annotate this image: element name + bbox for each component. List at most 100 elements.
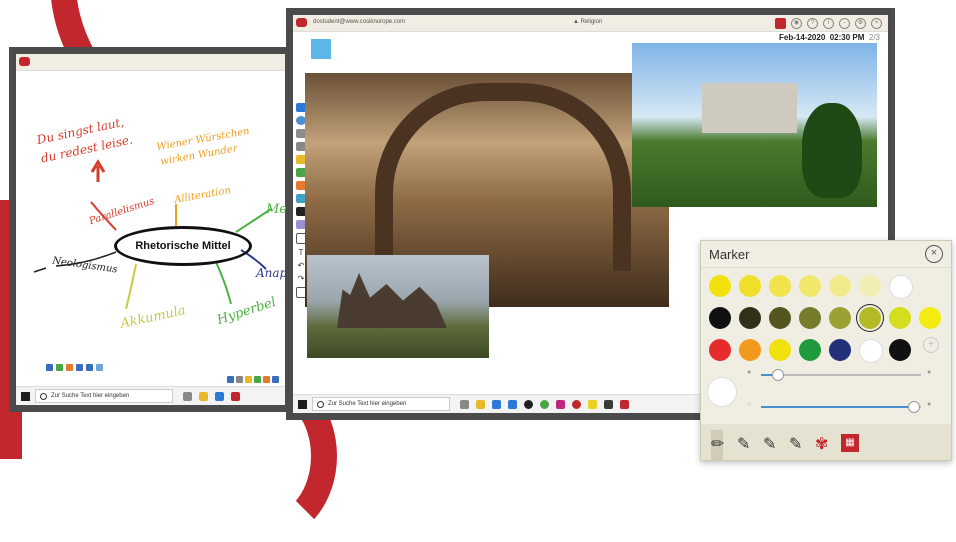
windows-start-icon[interactable] xyxy=(298,399,307,409)
color-swatch[interactable] xyxy=(709,275,731,297)
color-swatch[interactable] xyxy=(769,275,791,297)
marker-pen-icon[interactable]: ✏ xyxy=(711,430,724,460)
store-icon[interactable] xyxy=(492,399,501,409)
color-swatch[interactable] xyxy=(739,339,761,361)
app-name: ▲ Religion xyxy=(573,19,603,25)
app-icon[interactable] xyxy=(604,399,613,409)
windows-start-icon[interactable] xyxy=(21,391,30,401)
taskview-icon[interactable] xyxy=(183,391,192,401)
opacity-high-icon: ● xyxy=(927,401,932,408)
help-icon[interactable]: ? xyxy=(807,18,818,29)
castle-photo[interactable] xyxy=(632,43,877,207)
opera-icon[interactable] xyxy=(572,399,581,409)
app-logo-icon xyxy=(296,18,307,27)
close-icon[interactable]: × xyxy=(925,245,943,263)
large-size-icon: ● xyxy=(927,369,932,376)
minimize-icon[interactable]: - xyxy=(839,18,850,29)
search-icon xyxy=(40,392,47,400)
left-right-toolbar xyxy=(227,376,279,383)
marker-tools: ✏ ✎ ✎ ✎ ✾ ▦ xyxy=(701,424,951,460)
whiteboard-app-icon[interactable] xyxy=(620,399,629,409)
feather-pen-icon[interactable]: ✾ xyxy=(815,430,828,460)
color-swatch[interactable] xyxy=(859,307,881,329)
marker-panel: Marker × + ● ● ○ ● ✏ ✎ ✎ ✎ ✾ ▦ xyxy=(700,240,952,461)
taskbar-search-input[interactable]: Zur Suche Text hier eingeben xyxy=(312,397,450,411)
color-swatch[interactable] xyxy=(739,275,761,297)
back-arrow-icon[interactable] xyxy=(76,364,83,371)
image-icon[interactable] xyxy=(56,364,63,371)
folder-tool-icon[interactable] xyxy=(245,376,252,383)
taskbar-apps xyxy=(460,399,629,409)
chrome-icon[interactable] xyxy=(540,399,549,409)
pattern-pen-icon[interactable]: ▦ xyxy=(841,434,859,452)
date-time: Feb-14-2020 02:30 PM 2/3 xyxy=(779,33,880,42)
mindmap-lines xyxy=(33,159,272,310)
size-slider-knob[interactable] xyxy=(772,369,784,381)
right-titlebar: dostudent@www.coskinurope.com ▲ Religion… xyxy=(293,15,888,32)
screen-icon[interactable] xyxy=(96,364,103,371)
fine-pen-icon[interactable]: ✎ xyxy=(763,430,776,460)
color-swatch[interactable] xyxy=(799,275,821,297)
explorer-icon[interactable] xyxy=(199,391,208,401)
windows-tool-icon[interactable] xyxy=(227,376,234,383)
abbey-ruin-photo[interactable] xyxy=(307,255,489,358)
color-swatch[interactable] xyxy=(769,307,791,329)
store-icon[interactable] xyxy=(215,391,224,401)
add-color-icon[interactable]: + xyxy=(923,337,939,353)
left-taskbar: Zur Suche Text hier eingeben xyxy=(16,386,285,405)
chisel-marker-icon[interactable]: ✎ xyxy=(737,430,750,460)
app-icon[interactable] xyxy=(231,391,240,401)
sticky-note[interactable] xyxy=(311,39,331,59)
grid-tool-icon[interactable] xyxy=(236,376,243,383)
color-swatch[interactable] xyxy=(739,307,761,329)
opacity-slider[interactable] xyxy=(761,401,921,413)
forward-arrow-icon[interactable] xyxy=(86,364,93,371)
cursor-tool-icon[interactable] xyxy=(272,376,279,383)
left-whiteboard-screen: Du singst laut, du redest leise. Paralle… xyxy=(9,47,295,412)
color-swatch[interactable] xyxy=(919,307,941,329)
color-swatch[interactable] xyxy=(889,275,913,299)
size-slider[interactable] xyxy=(761,369,921,381)
opacity-low-icon: ○ xyxy=(747,401,752,408)
left-mini-toolbar xyxy=(46,364,103,371)
titlebar-icons: ◉ ? i - ⚙ × xyxy=(775,18,882,29)
color-swatch[interactable] xyxy=(859,275,881,297)
notes-icon[interactable] xyxy=(588,399,597,409)
color-swatch[interactable] xyxy=(799,307,821,329)
opacity-slider-fill xyxy=(761,406,913,408)
taskview-icon[interactable] xyxy=(460,399,469,409)
opacity-slider-knob[interactable] xyxy=(908,401,920,413)
onenote-icon[interactable] xyxy=(556,399,565,409)
marker-panel-header: Marker × xyxy=(701,241,951,268)
user-email: dostudent@www.coskinurope.com xyxy=(313,19,406,25)
close-icon[interactable]: × xyxy=(871,18,882,29)
color-swatch[interactable] xyxy=(889,307,911,329)
taskbar-search-input[interactable]: Zur Suche Text hier eingeben xyxy=(35,389,173,403)
color-swatch[interactable] xyxy=(799,339,821,361)
media-icon[interactable] xyxy=(524,399,533,409)
color-swatch[interactable] xyxy=(829,275,851,297)
color-swatch[interactable] xyxy=(709,339,731,361)
explorer-icon[interactable] xyxy=(476,399,485,409)
color-swatch[interactable] xyxy=(859,339,883,363)
bell-icon[interactable]: ◉ xyxy=(791,18,802,29)
palette-icon[interactable] xyxy=(66,364,73,371)
color-swatch[interactable] xyxy=(829,339,851,361)
brush-preview xyxy=(707,377,737,407)
hand-tool-icon[interactable] xyxy=(263,376,270,383)
color-swatch[interactable] xyxy=(889,339,911,361)
color-swatch[interactable] xyxy=(769,339,791,361)
marker-panel-title: Marker xyxy=(709,247,750,262)
globe-tool-icon[interactable] xyxy=(254,376,261,383)
record-icon[interactable] xyxy=(775,18,786,29)
settings-icon[interactable]: ⚙ xyxy=(855,18,866,29)
color-swatch[interactable] xyxy=(829,307,851,329)
color-swatch[interactable] xyxy=(709,307,731,329)
pencil-icon[interactable]: ✎ xyxy=(789,430,802,460)
move-icon[interactable] xyxy=(46,364,53,371)
info-icon[interactable]: i xyxy=(823,18,834,29)
taskbar-apps xyxy=(183,391,240,401)
mail-icon[interactable] xyxy=(508,399,517,409)
mindmap-center: Rhetorische Mittel xyxy=(114,226,252,266)
small-size-icon: ● xyxy=(747,369,752,376)
